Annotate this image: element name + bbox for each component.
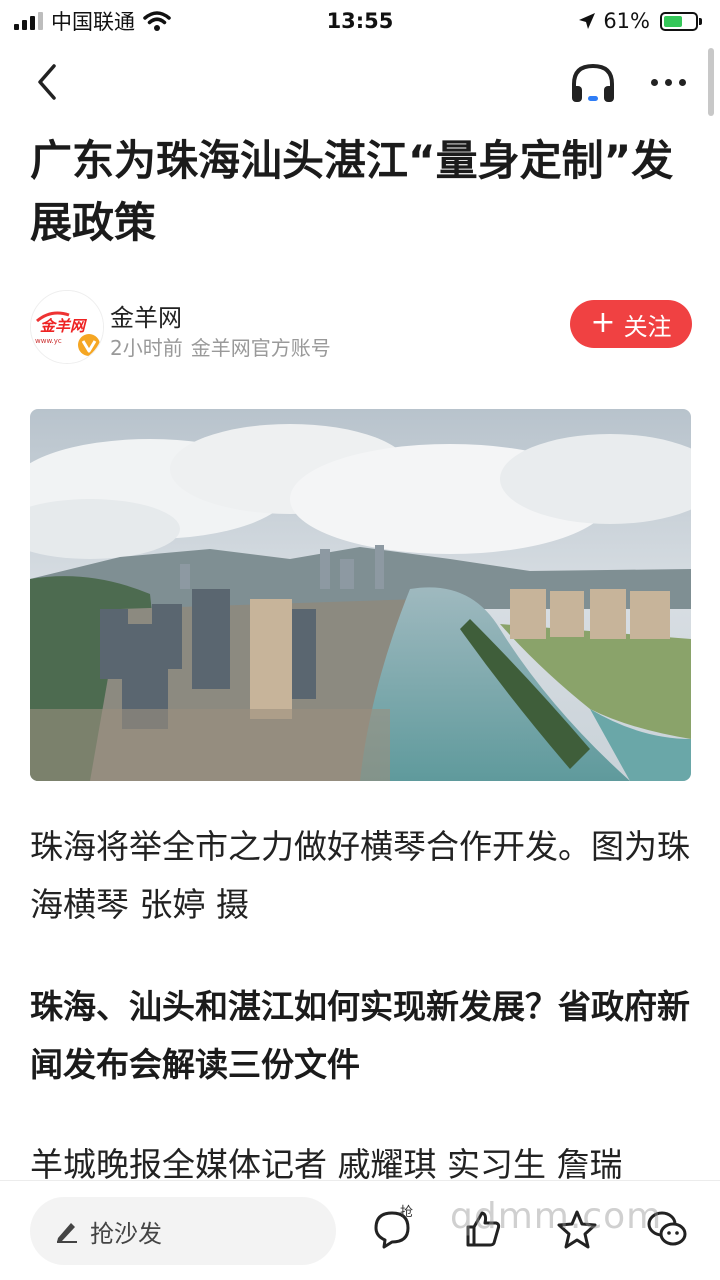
wechat-icon [647,1211,687,1246]
article-photo[interactable] [30,409,691,781]
wifi-icon [143,11,171,31]
headphones-icon [572,63,614,102]
author-meta: 2小时前 金羊网官方账号 [110,332,331,361]
city-river-photo [30,409,691,781]
author-name[interactable]: 金羊网 [110,298,182,333]
article-subhead: 珠海、汕头和湛江如何实现新发展？省政府新闻发布会解读三份文件 [30,987,690,1084]
location-arrow-icon [579,13,596,29]
favorite-button[interactable] [555,1207,599,1251]
status-bar: 中国联通 13:55 61% [0,0,720,42]
follow-label: 关注 [623,312,672,341]
account-type: 金羊网官方账号 [190,336,331,360]
jinyang-logo-icon: 金羊网 www.yc [31,291,103,363]
like-button[interactable] [460,1207,504,1251]
author-row: 金羊网 www.yc 金羊网 2小时前 金羊网官方账号 + 关注 [30,290,692,366]
svg-text:金羊网: 金羊网 [40,317,88,335]
more-button[interactable] [642,62,694,102]
thumbs-up-icon [466,1211,501,1247]
dot [664,78,672,86]
follow-button[interactable]: + 关注 [570,300,692,348]
plus-icon: + [590,304,616,340]
battery-icon [660,11,702,31]
comment-input[interactable]: 抢沙发 [30,1197,336,1265]
article-title: 广东为珠海汕头湛江“量身定制”发展政策 [30,136,674,247]
photo-caption: 珠海将举全市之力做好横琴合作开发。图为珠海横琴 张婷 摄 [30,827,690,924]
svg-text:www.yc: www.yc [35,337,62,345]
bottom-bar: 抢沙发 抢 [0,1180,720,1280]
dot [650,78,658,86]
dot [678,78,686,86]
scroll-indicator [708,48,714,116]
listen-button[interactable] [568,58,618,108]
share-button[interactable] [645,1207,689,1251]
carrier-label: 中国联通 [51,10,135,34]
comment-badge: 抢 [400,1205,414,1220]
star-icon [557,1210,597,1249]
pencil-icon [57,1223,77,1243]
publish-time: 2小时前 [110,336,183,360]
back-button[interactable] [26,60,70,104]
author-avatar[interactable]: 金羊网 www.yc [30,290,104,364]
battery-percent: 61% [603,9,650,33]
nav-bar [0,48,720,118]
signal-icon [14,12,43,30]
chevron-left-icon [38,64,56,100]
comment-placeholder: 抢沙发 [90,1219,162,1248]
